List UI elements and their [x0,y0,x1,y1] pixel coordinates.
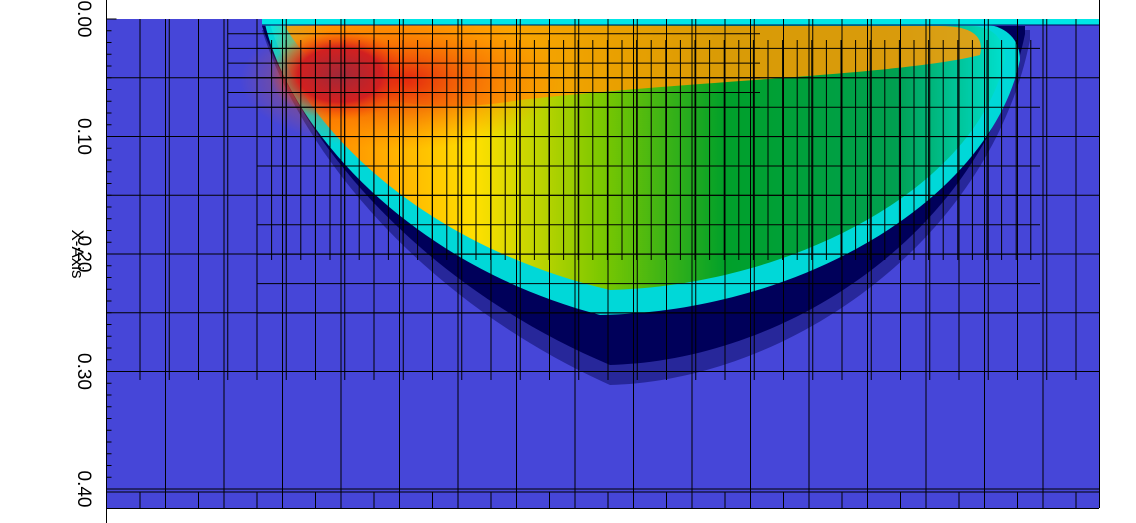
top-margin [107,0,1099,19]
tick-label: 0.40 [73,471,94,508]
top-strip-dark [262,24,1099,26]
amr-heatmap-plot: X-Axis 0.000.100.200.300.40 [68,0,1100,523]
tick-label: 0.30 [73,353,94,390]
tick-label: 0.00 [73,1,94,38]
plot-area [107,19,1099,508]
hot-core [270,30,410,120]
tick-label: 0.10 [73,118,94,155]
tick-label: 0.20 [73,236,94,273]
